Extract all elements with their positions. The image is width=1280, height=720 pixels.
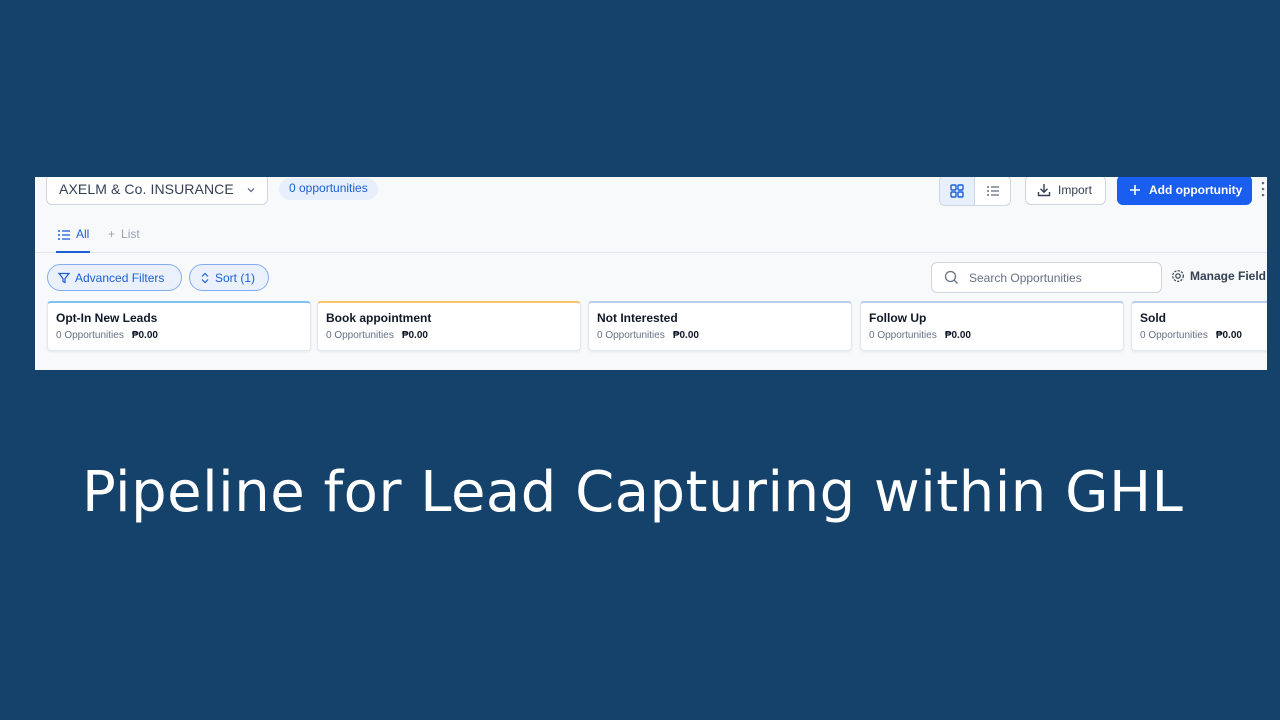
stage-count: 0 Opportunities <box>1140 330 1208 341</box>
stage-count: 0 Opportunities <box>326 330 394 341</box>
stage-meta: 0 Opportunities ₱0.00 <box>597 330 843 341</box>
stage-name: Not Interested <box>597 311 678 325</box>
stage-name: Follow Up <box>869 311 927 325</box>
tab-all-label: All <box>76 227 90 241</box>
advanced-filters-label: Advanced Filters <box>75 270 165 285</box>
stage-meta: 0 Opportunities ₱0.00 <box>1140 330 1267 341</box>
add-opportunity-label: Add opportunity <box>1149 183 1243 197</box>
manage-fields-button[interactable]: Manage Field <box>1171 269 1266 283</box>
stage-amount: ₱0.00 <box>672 330 699 341</box>
stage-amount: ₱0.00 <box>131 330 158 341</box>
stage-amount: ₱0.00 <box>401 330 428 341</box>
list-view-button[interactable] <box>975 177 1010 205</box>
stage-count: 0 Opportunities <box>56 330 124 341</box>
stage-name: Opt-In New Leads <box>56 311 158 325</box>
pipeline-select-value: AXELM & Co. INSURANCE <box>59 181 234 197</box>
stage-count: 0 Opportunities <box>597 330 665 341</box>
pipeline-screenshot: AXELM & Co. INSURANCE 0 opportunities Im… <box>35 177 1267 370</box>
add-list-label: List <box>121 227 140 241</box>
advanced-filters-button[interactable]: Advanced Filters <box>47 264 182 291</box>
grid-view-button[interactable] <box>940 177 976 205</box>
stage-amount: ₱0.00 <box>1215 330 1242 341</box>
more-options-icon[interactable] <box>1261 179 1265 204</box>
stage-name: Sold <box>1140 311 1166 325</box>
slide-title: Pipeline for Lead Capturing within GHL <box>82 460 1184 525</box>
sort-icon <box>201 272 209 283</box>
filter-icon <box>58 272 70 283</box>
search-input[interactable]: Search Opportunities <box>931 262 1162 293</box>
stage-name: Book appointment <box>326 311 432 325</box>
opportunity-count-badge: 0 opportunities <box>279 178 378 200</box>
chevron-down-icon <box>245 183 257 199</box>
stage-count: 0 Opportunities <box>869 330 937 341</box>
stage-column[interactable]: Opt-In New Leads 0 Opportunities ₱0.00 <box>47 301 311 351</box>
view-toggle <box>939 177 1011 206</box>
search-placeholder: Search Opportunities <box>969 270 1082 285</box>
pipeline-select[interactable]: AXELM & Co. INSURANCE <box>46 177 268 205</box>
stage-column[interactable]: Sold 0 Opportunities ₱0.00 <box>1131 301 1267 351</box>
stage-column[interactable]: Not Interested 0 Opportunities ₱0.00 <box>588 301 852 351</box>
add-list-tab[interactable]: + List <box>108 227 140 241</box>
sort-label: Sort (1) <box>215 270 256 285</box>
grid-icon <box>950 183 964 198</box>
plus-icon: + <box>108 227 116 241</box>
search-icon <box>944 270 958 284</box>
stage-column[interactable]: Follow Up 0 Opportunities ₱0.00 <box>860 301 1124 351</box>
stage-amount: ₱0.00 <box>944 330 971 341</box>
list-icon <box>58 230 70 240</box>
add-opportunity-button[interactable]: Add opportunity <box>1117 177 1252 205</box>
import-button[interactable]: Import <box>1025 177 1106 205</box>
sort-button[interactable]: Sort (1) <box>189 264 269 291</box>
stage-meta: 0 Opportunities ₱0.00 <box>869 330 1115 341</box>
download-icon <box>1037 184 1051 197</box>
manage-fields-label: Manage Field <box>1190 269 1267 283</box>
tab-all[interactable]: All <box>56 221 91 253</box>
stage-meta: 0 Opportunities ₱0.00 <box>56 330 302 341</box>
plus-icon <box>1130 185 1140 195</box>
list-icon <box>986 185 999 196</box>
stage-meta: 0 Opportunities ₱0.00 <box>326 330 572 341</box>
pipeline-toolbar: AXELM & Co. INSURANCE 0 opportunities Im… <box>35 177 1267 217</box>
gear-icon <box>1172 270 1184 282</box>
view-tabs: All + List <box>35 221 1267 253</box>
import-label: Import <box>1058 183 1093 197</box>
stage-column[interactable]: Book appointment 0 Opportunities ₱0.00 <box>317 301 581 351</box>
